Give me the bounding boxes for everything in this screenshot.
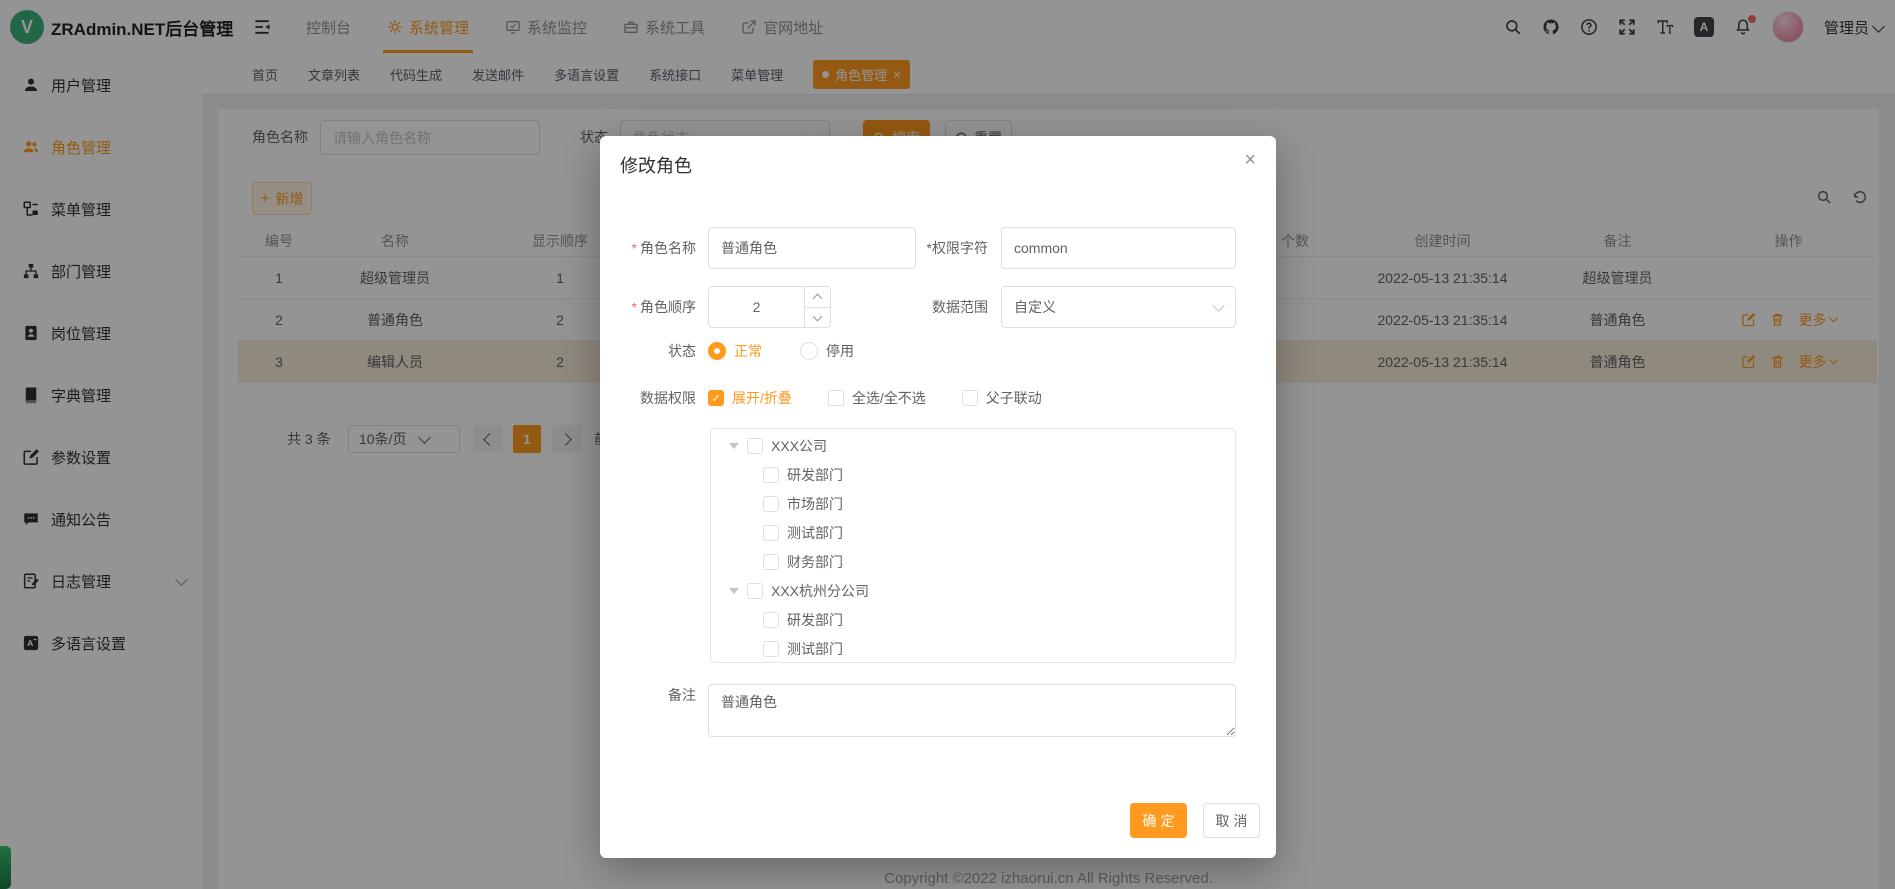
radio-on-icon[interactable] — [708, 342, 726, 360]
caret-down-icon[interactable] — [729, 588, 739, 594]
tree-node-dept[interactable]: 财务部门 — [711, 547, 1235, 576]
dept-tree: XXX公司 研发部门 市场部门 测试部门 财务部门 XXX杭州分公司 研发部门 — [710, 428, 1236, 663]
tree-node-dept[interactable]: 研发部门 — [711, 460, 1235, 489]
data-scope-value: 自定义 — [1014, 297, 1056, 317]
tree-node-dept[interactable]: 测试部门 — [711, 634, 1235, 663]
chevron-down-icon — [1212, 299, 1225, 312]
tree-node-company[interactable]: XXX公司 — [711, 431, 1235, 460]
status-label: 状态 — [610, 341, 696, 361]
remark-label: 备注 — [610, 674, 696, 716]
tree-node-label: 研发部门 — [787, 465, 843, 485]
status-off-label: 停用 — [826, 341, 854, 361]
tree-node-label: XXX公司 — [771, 436, 827, 456]
tree-node-label: 测试部门 — [787, 639, 843, 659]
checkbox-icon[interactable] — [763, 525, 779, 541]
role-name-input[interactable] — [708, 227, 916, 269]
checkbox-icon[interactable] — [763, 467, 779, 483]
check-all-label: 全选/全不选 — [852, 388, 926, 408]
tree-node-label: 市场部门 — [787, 494, 843, 514]
perm-char-label: *权限字符 — [910, 227, 988, 269]
checkbox-icon[interactable] — [763, 496, 779, 512]
dialog-title: 修改角色 — [620, 152, 692, 178]
edit-role-dialog: 修改角色 × *角色名称 *权限字符 *角色顺序 2 数据范围 自定义 状态 正… — [600, 136, 1276, 858]
tree-node-dept[interactable]: 测试部门 — [711, 518, 1235, 547]
radio-off-icon[interactable] — [800, 342, 818, 360]
parent-child-link-label: 父子联动 — [986, 388, 1042, 408]
checkbox-icon[interactable] — [962, 390, 978, 406]
remark-textarea[interactable]: 普通角色 — [708, 684, 1236, 737]
status-on-label: 正常 — [734, 341, 762, 361]
close-icon[interactable]: × — [1244, 150, 1256, 170]
data-scope-select[interactable]: 自定义 — [1001, 286, 1236, 328]
tree-node-dept[interactable]: 市场部门 — [711, 489, 1235, 518]
checkbox-checked-icon[interactable]: ✓ — [708, 390, 724, 406]
data-scope-label: 数据范围 — [910, 286, 988, 328]
chevron-up-icon — [813, 293, 823, 303]
status-radio-group: 正常 停用 — [708, 341, 854, 361]
tree-node-label: 研发部门 — [787, 610, 843, 630]
cancel-button[interactable]: 取消 — [1203, 803, 1260, 838]
perm-char-input[interactable] — [1001, 227, 1236, 269]
tree-node-label: 财务部门 — [787, 552, 843, 572]
role-order-value[interactable]: 2 — [709, 287, 804, 327]
expand-collapse-label: 展开/折叠 — [732, 388, 792, 408]
data-perm-label: 数据权限 — [610, 388, 696, 408]
tree-node-dept[interactable]: 研发部门 — [711, 605, 1235, 634]
tree-node-label: 测试部门 — [787, 523, 843, 543]
confirm-button[interactable]: 确定 — [1130, 803, 1187, 838]
caret-down-icon[interactable] — [729, 443, 739, 449]
checkbox-icon[interactable] — [763, 641, 779, 657]
checkbox-icon[interactable] — [828, 390, 844, 406]
stepper-up-button[interactable] — [805, 287, 830, 308]
role-name-label: *角色名称 — [610, 227, 696, 269]
tree-node-branch-company[interactable]: XXX杭州分公司 — [711, 576, 1235, 605]
checkbox-icon[interactable] — [747, 438, 763, 454]
data-perm-options: ✓ 展开/折叠 全选/全不选 父子联动 — [708, 388, 1042, 408]
role-order-label: *角色顺序 — [610, 286, 696, 328]
stepper-down-button[interactable] — [805, 308, 830, 328]
tree-node-label: XXX杭州分公司 — [771, 581, 869, 601]
chevron-down-icon — [813, 311, 823, 321]
checkbox-icon[interactable] — [763, 612, 779, 628]
role-order-stepper: 2 — [708, 286, 831, 328]
checkbox-icon[interactable] — [763, 554, 779, 570]
checkbox-icon[interactable] — [747, 583, 763, 599]
